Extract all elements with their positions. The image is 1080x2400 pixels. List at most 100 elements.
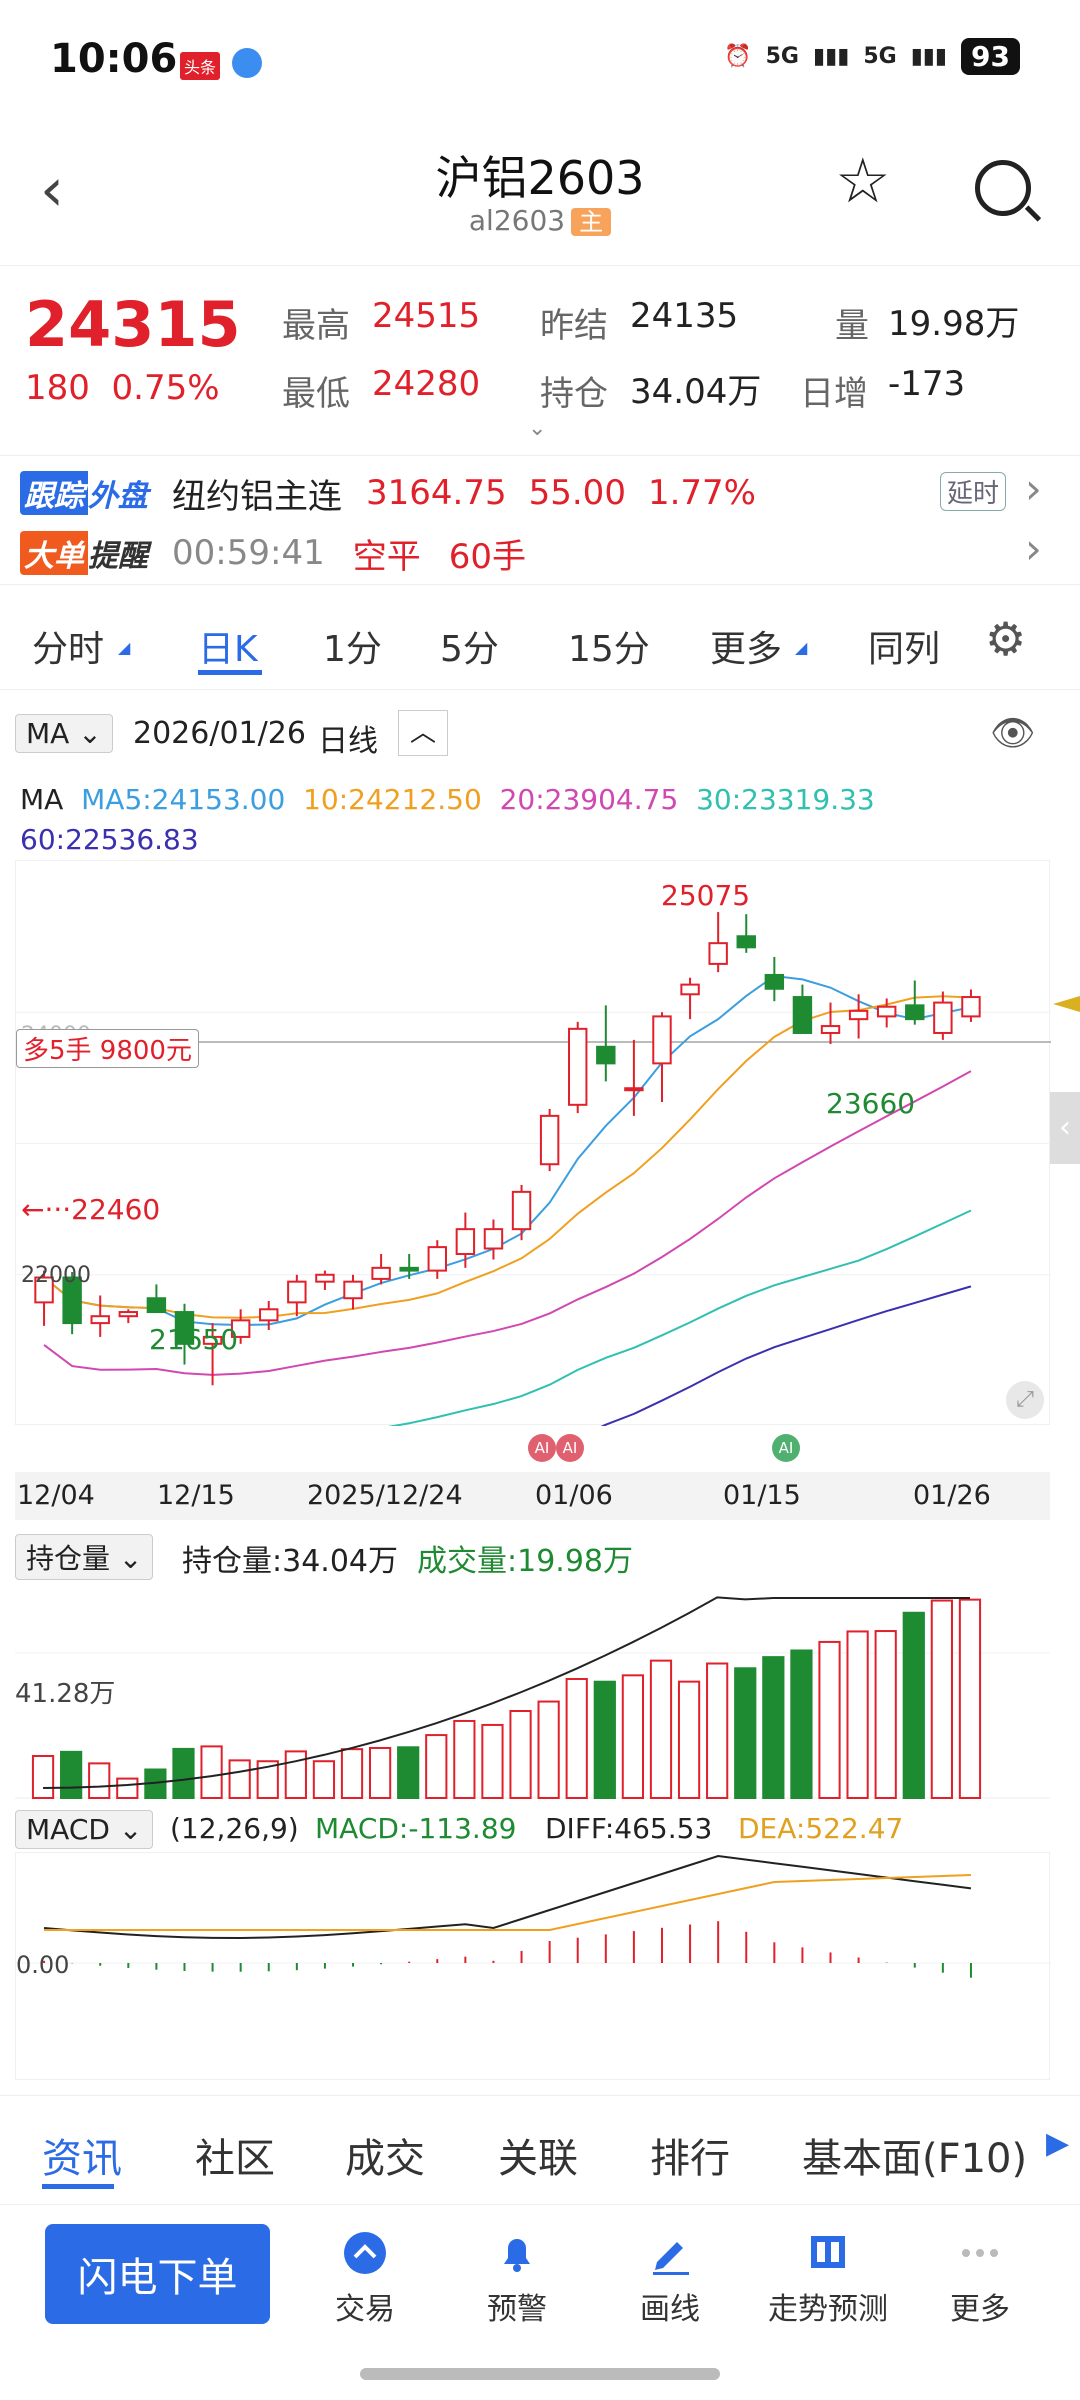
volume-chart[interactable]: 41.28万 <box>15 1578 1050 1803</box>
volume-legend-value: 成交量:19.98万 <box>417 1544 633 1579</box>
date-axis: 12/04 12/15 2025/12/24 01/06 01/15 01/26 <box>15 1472 1050 1520</box>
tab-trades[interactable]: 成交 <box>345 2126 425 2184</box>
status-time: 10:06 <box>50 36 178 82</box>
left-price-label: ←···22460 <box>21 1193 161 1226</box>
tab-timeshare[interactable]: 分时 <box>32 620 104 672</box>
scroll-right-icon[interactable]: ▶ <box>1046 2126 1069 2161</box>
flash-order-button[interactable]: 闪电下单 <box>45 2224 270 2324</box>
ai-badge-3[interactable]: AI <box>772 1434 800 1462</box>
alert-button[interactable]: 预警 <box>447 2230 587 2328</box>
collapse-up-icon[interactable]: ︿ <box>398 710 448 756</box>
expand-chevron-icon[interactable]: ⌄ <box>528 416 546 441</box>
tab-15min[interactable]: 15分 <box>568 620 650 672</box>
track-price: 3164.75 <box>366 473 507 513</box>
candle-body <box>483 1228 504 1250</box>
fullscreen-icon[interactable]: ⤢ <box>1006 1381 1044 1419</box>
alert-label: 预警 <box>487 2292 547 2327</box>
trade-icon <box>344 2232 386 2274</box>
settings-gear-icon[interactable]: ⚙ <box>985 612 1026 666</box>
volume-value: 19.98万 <box>888 304 1020 344</box>
date-label: 12/04 <box>17 1480 95 1511</box>
overseas-track-row[interactable]: 跟踪 外盘 纽约铝主连 3164.75 55.00 1.77% 延时 › <box>20 464 1060 518</box>
eye-icon[interactable]: 👁 <box>990 712 1036 754</box>
volume-bar <box>677 1680 701 1799</box>
tab-more-dropdown-icon: ◢ <box>795 638 808 657</box>
alarm-icon: ⏰ <box>724 44 752 69</box>
ma10-value: 10:24212.50 <box>303 783 482 816</box>
settle-label: 昨结 <box>540 306 608 346</box>
oi-selector[interactable]: 持仓量 ⌄ <box>15 1534 154 1580</box>
tab-daily[interactable]: 日K <box>198 620 258 672</box>
tab-community[interactable]: 社区 <box>195 2126 275 2184</box>
main-contract-badge: 主 <box>571 208 612 236</box>
oi-value: 34.04万 <box>630 372 762 412</box>
more-button[interactable]: 更多 <box>910 2230 1050 2328</box>
period-tabs: 分时 ◢ 日K 1分 5分 15分 更多 ◢ 同列 ⚙ <box>0 590 1080 690</box>
ma30-value: 30:23319.33 <box>696 783 875 816</box>
volume-bar <box>172 1747 195 1800</box>
candle-body <box>876 1005 897 1018</box>
tab-news[interactable]: 资讯 <box>42 2126 122 2184</box>
tab-ranking[interactable]: 排行 <box>650 2126 730 2184</box>
pencil-icon <box>653 2242 689 2275</box>
page-title: 沪铝2603 <box>435 151 645 205</box>
trade-button[interactable]: 交易 <box>295 2230 435 2328</box>
big-order-row[interactable]: 大单 提醒 00:59:41 空平 60手 › <box>20 524 1060 578</box>
tab-related[interactable]: 关联 <box>498 2126 578 2184</box>
draw-line-button[interactable]: 画线 <box>600 2230 740 2328</box>
ai-badge-2[interactable]: AI <box>556 1434 584 1462</box>
price-pointer-icon <box>1053 996 1080 1012</box>
tab-more[interactable]: 更多 <box>710 620 782 672</box>
candle-body <box>680 983 700 996</box>
price-change: 180 0.75% <box>25 368 220 408</box>
search-icon[interactable] <box>975 160 1031 216</box>
side-collapse-tab[interactable]: ‹ <box>1050 1092 1080 1164</box>
favorite-star-icon[interactable]: ☆ <box>835 150 891 212</box>
volume-bar <box>60 1750 83 1799</box>
tab-same-row[interactable]: 同列 <box>868 620 940 672</box>
bottom-bar: 闪电下单 交易 预警 画线 走势预测 更多 <box>0 2208 1080 2348</box>
more-label: 更多 <box>950 2292 1010 2327</box>
volume-bar <box>368 1746 392 1800</box>
candle-body <box>820 1025 841 1034</box>
signal-5g-1: 5G <box>765 44 799 69</box>
kline-chart[interactable]: 25075 23660 21650 ←···22460 24000 22000 … <box>15 860 1051 1538</box>
volume-bar <box>200 1745 223 1800</box>
diff-line <box>43 1854 972 1939</box>
position-note[interactable]: 多5手 9800元 <box>16 1029 199 1068</box>
indicator-selector[interactable]: MA ⌄ <box>15 714 113 753</box>
candle-body <box>848 1009 869 1021</box>
chart-date: 2026/01/26 <box>133 716 306 751</box>
draw-line-label: 画线 <box>640 2292 700 2327</box>
candle-body <box>792 996 813 1034</box>
contract-code: al2603 主 <box>0 202 1080 237</box>
tab-fundamentals[interactable]: 基本面(F10) <box>802 2126 1027 2184</box>
info-tabs: 资讯 社区 成交 关联 排行 基本面(F10) ▶ <box>0 2095 1080 2205</box>
candle-body <box>624 1087 644 1092</box>
candle-body <box>427 1246 447 1272</box>
volume-bar <box>453 1719 476 1799</box>
low-label: 最低 <box>282 374 350 414</box>
volume-bar <box>790 1649 813 1800</box>
macd-selector[interactable]: MACD ⌄ <box>15 1810 154 1849</box>
trend-forecast-button[interactable]: 走势预测 <box>748 2230 908 2328</box>
last-price: 24315 <box>25 288 241 361</box>
tab-5min[interactable]: 5分 <box>440 620 499 672</box>
candle-body <box>399 1266 419 1272</box>
ma20-value: 20:23904.75 <box>499 783 679 816</box>
big-order-tag: 大单 <box>20 531 88 575</box>
volume-bar <box>116 1777 139 1800</box>
volume-bar <box>228 1759 251 1799</box>
macd-chart[interactable]: 0.00 <box>15 1852 1051 2080</box>
ai-badge-1[interactable]: AI <box>528 1434 556 1462</box>
status-bar: 10:06 头条 ⏰ 5G ▮▮▮ 5G ▮▮▮ 93 <box>0 0 1080 120</box>
candle-body <box>259 1308 279 1322</box>
volume-bar <box>958 1598 982 1800</box>
indicator-label: MA <box>26 717 70 750</box>
ma-legend: MA MA5:24153.00 10:24212.50 20:23904.75 … <box>20 780 1060 860</box>
tab-1min[interactable]: 1分 <box>323 620 382 672</box>
book-icon <box>811 2236 845 2268</box>
candle-body <box>511 1190 532 1231</box>
candle-body <box>146 1297 167 1314</box>
candle-body <box>539 1114 560 1166</box>
